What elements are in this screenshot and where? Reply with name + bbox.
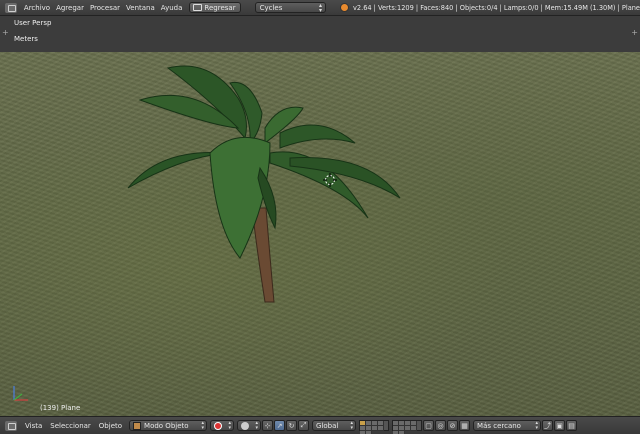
proportional-edit-icon[interactable]: ◎	[435, 420, 447, 431]
palm-tree-model[interactable]	[120, 58, 420, 308]
shading-icon	[241, 421, 250, 430]
render-opengl-icon[interactable]: ▣	[554, 420, 566, 431]
rotate-icon[interactable]: ↻	[286, 420, 298, 431]
info-header: Archivo Agregar Procesar Ventana Ayuda R…	[0, 0, 640, 16]
menu-objeto[interactable]: Objeto	[95, 422, 126, 430]
select-arrows-icon: ▴ ▾	[255, 420, 259, 431]
layer-buttons[interactable]	[359, 420, 390, 434]
menu-procesar[interactable]: Procesar	[87, 4, 123, 12]
leaf	[279, 124, 356, 149]
object-mode-icon	[133, 421, 142, 430]
unit-label: Meters	[14, 35, 38, 43]
menu-archivo[interactable]: Archivo	[21, 4, 53, 12]
viewport-toolbar: Vista Seleccionar Objeto Modo Objeto ▴ ▾ …	[0, 416, 640, 434]
render-animation-icon[interactable]: ▤	[566, 420, 578, 431]
scene-stats: v2.64 | Verts:1209 | Faces:840 | Objects…	[353, 3, 640, 12]
3d-viewport[interactable]: (139) Plane	[0, 52, 640, 416]
orientation-select[interactable]: Global ▴ ▾	[312, 420, 357, 431]
3d-cursor-icon[interactable]	[323, 173, 337, 187]
select-arrows-icon: ▴ ▾	[201, 420, 205, 431]
menu-seleccionar[interactable]: Seleccionar	[46, 422, 95, 430]
menu-ayuda[interactable]: Ayuda	[158, 4, 186, 12]
view-name: User Persp	[14, 19, 52, 27]
select-arrows-icon: ▴ ▾	[535, 420, 539, 431]
region-toggle-right-icon[interactable]: +	[631, 28, 638, 37]
scale-icon[interactable]: ⤢	[298, 420, 310, 431]
pivot-select[interactable]: ▴ ▾	[210, 420, 235, 431]
translate-icon[interactable]: ↗	[274, 420, 286, 431]
axis-gizmo-icon	[13, 386, 28, 401]
menu-vista[interactable]: Vista	[21, 422, 46, 430]
active-object-label: (139) Plane	[40, 404, 81, 412]
snap-toggle-icon[interactable]: ⊘	[447, 420, 459, 431]
menu-ventana[interactable]: Ventana	[123, 4, 158, 12]
lock-layers-icon[interactable]: ▢	[423, 420, 435, 431]
render-engine-select[interactable]: Cycles ▴ ▾	[254, 2, 327, 14]
mode-select[interactable]: Modo Objeto ▴ ▾	[129, 420, 208, 431]
snap-target-select[interactable]: Más cercano ▴ ▾	[473, 420, 542, 431]
shading-select[interactable]: ▴ ▾	[237, 420, 262, 431]
pivot-icon	[214, 421, 223, 430]
snap-element-icon[interactable]: ▦	[459, 420, 471, 431]
render-engine-value: Cycles	[259, 3, 283, 12]
select-arrows-icon: ▴ ▾	[319, 2, 323, 14]
blender-logo-icon	[340, 3, 349, 12]
select-arrows-icon: ▴ ▾	[228, 420, 232, 431]
orientation-value: Global	[316, 421, 339, 430]
editor-type-icon[interactable]	[5, 420, 17, 431]
editor-type-icon[interactable]	[5, 2, 17, 13]
layer-buttons-2[interactable]	[392, 420, 423, 434]
snap-target-value: Más cercano	[477, 421, 521, 430]
menu-agregar[interactable]: Agregar	[53, 4, 87, 12]
viewport-header-area: + + User Persp Meters	[0, 16, 640, 52]
manipulator-toggle-icon[interactable]: ⊹	[262, 420, 274, 431]
region-toggle-left-icon[interactable]: +	[2, 28, 9, 37]
select-arrows-icon: ▴ ▾	[350, 420, 354, 431]
screen-icon	[193, 4, 203, 11]
snap-align-icon[interactable]: ⤴	[542, 420, 554, 431]
mode-value: Modo Objeto	[144, 421, 189, 430]
back-button-label: Regresar	[204, 3, 236, 12]
back-button[interactable]: Regresar	[189, 2, 241, 13]
